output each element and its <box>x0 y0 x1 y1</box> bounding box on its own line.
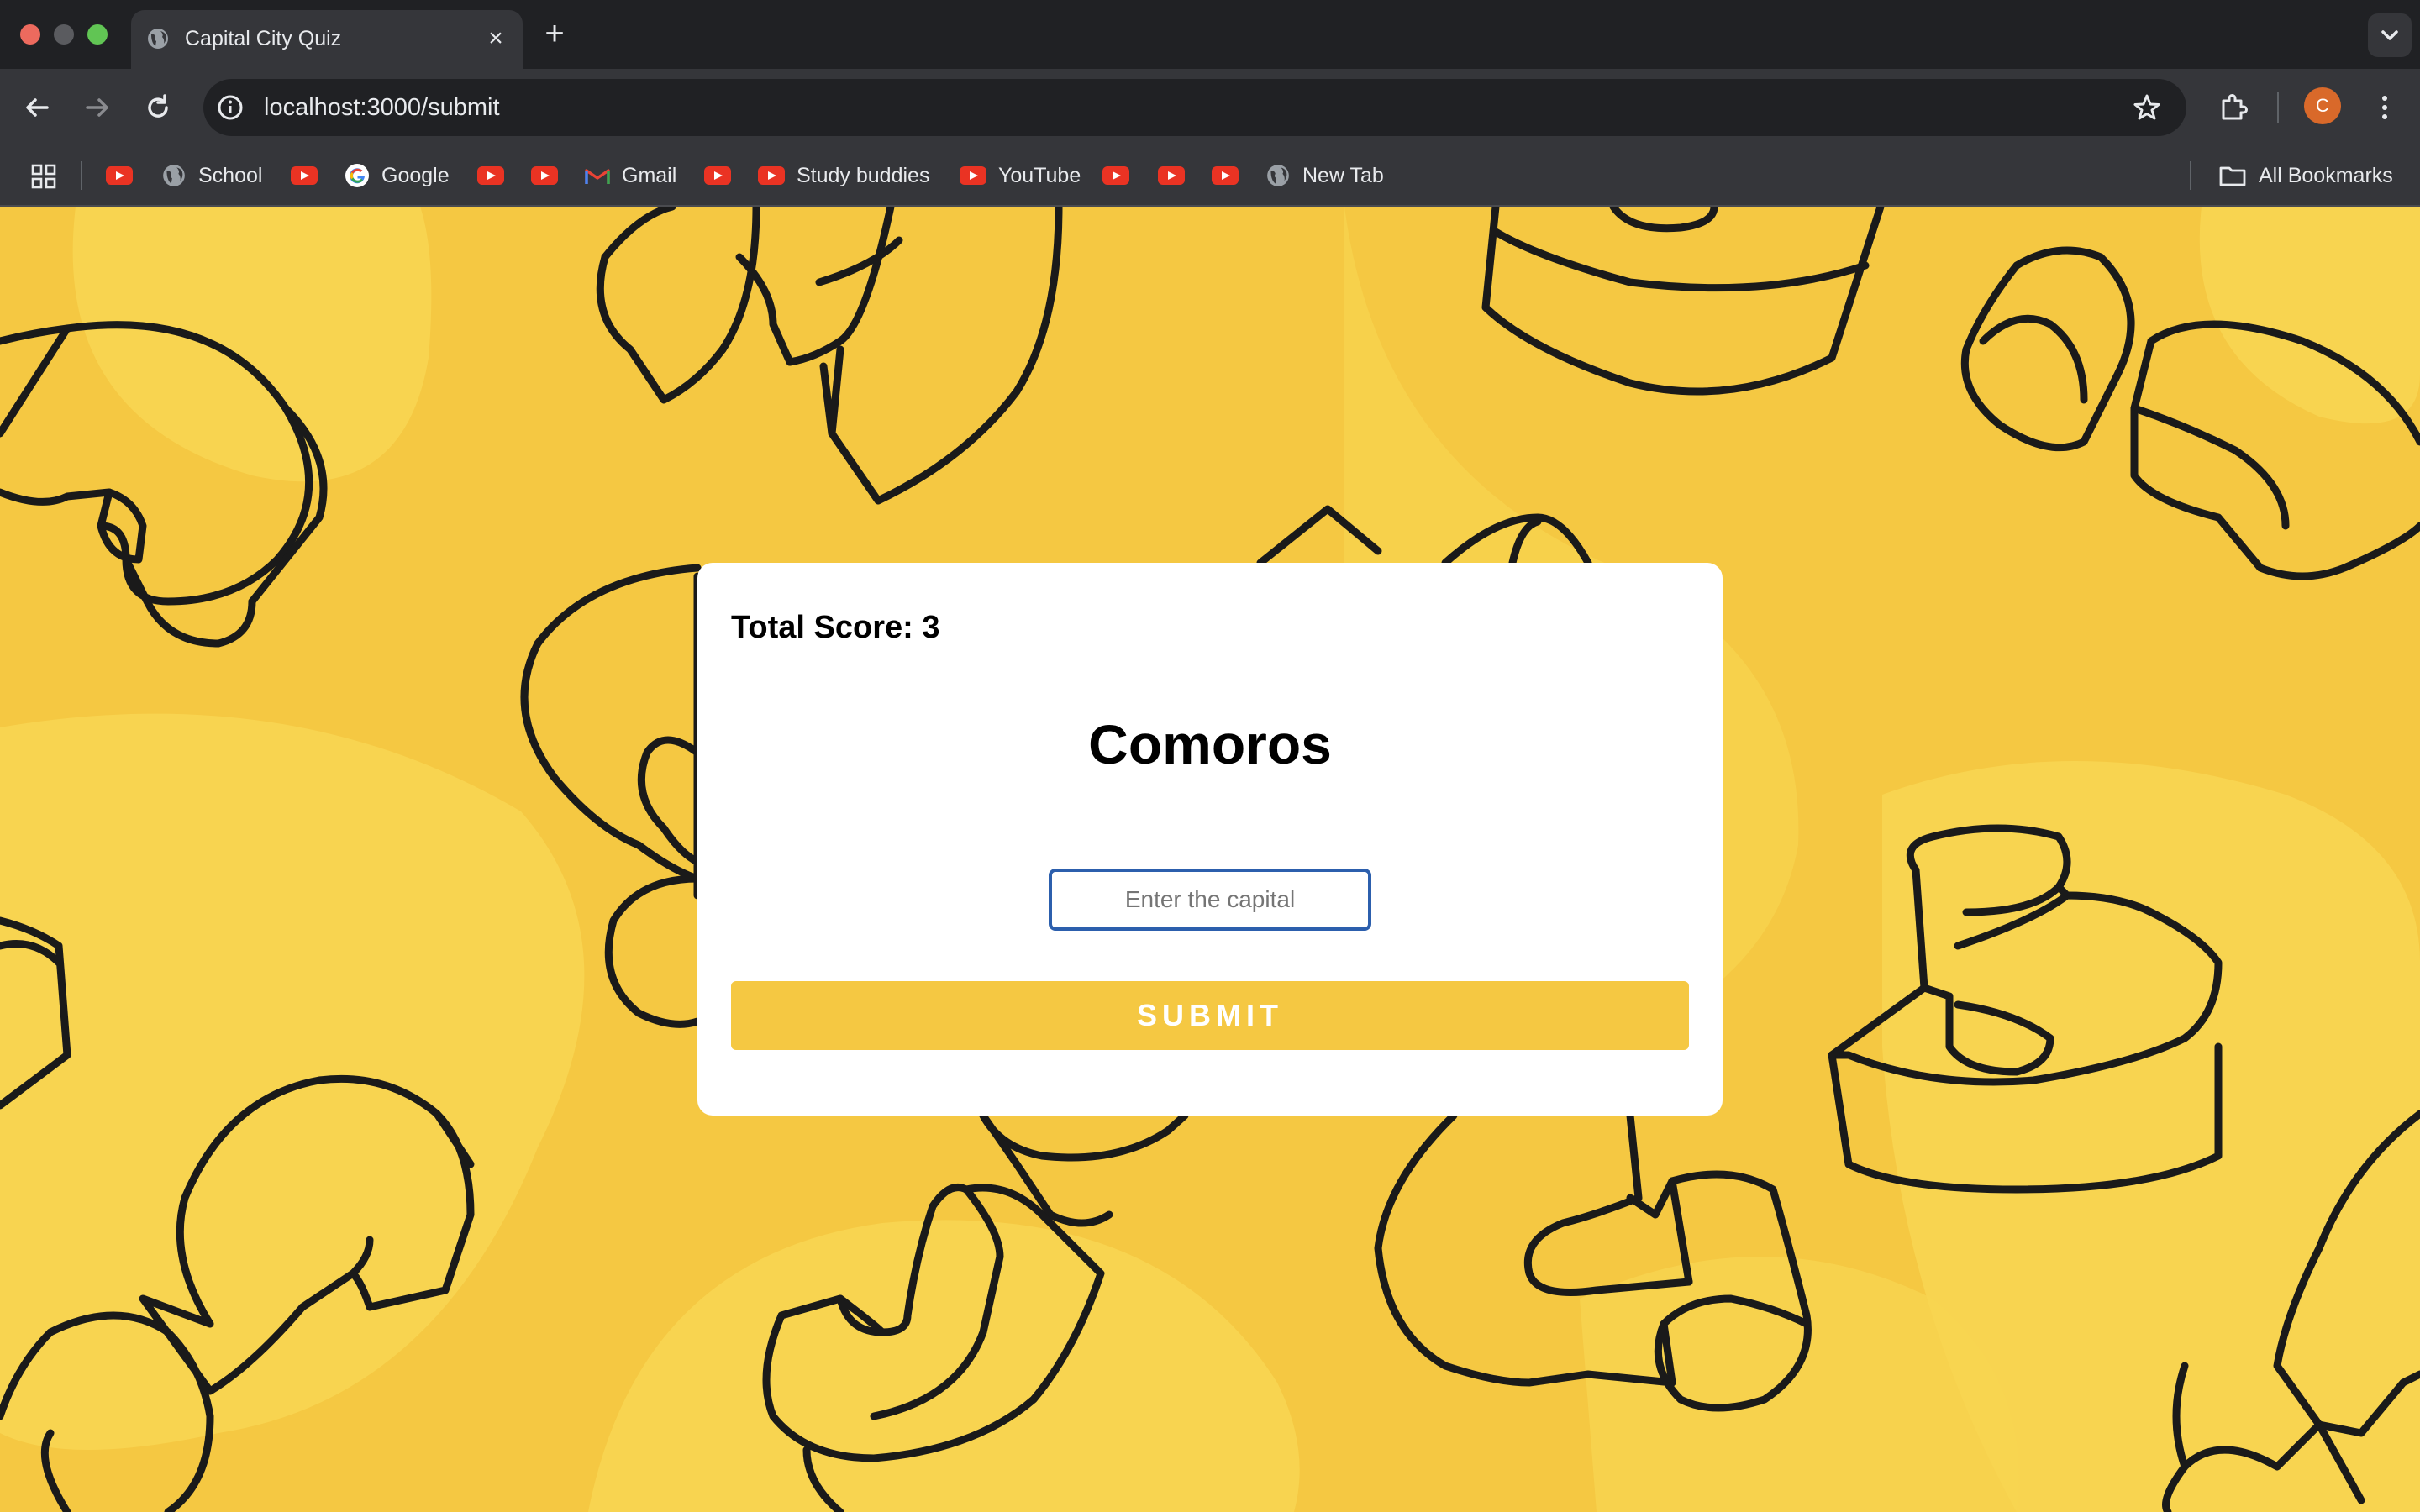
bookmark-star-icon[interactable] <box>2133 93 2161 122</box>
bookmark-youtube[interactable] <box>106 156 133 195</box>
bookmark-youtube[interactable] <box>477 156 504 195</box>
youtube-icon <box>106 166 133 185</box>
quiz-page: Total Score: 3 Comoros SUBMIT <box>0 207 2420 1512</box>
capital-input[interactable] <box>1049 869 1371 931</box>
folder-icon <box>2219 166 2246 186</box>
globe-icon <box>163 165 185 186</box>
chevron-down-icon <box>2381 30 2398 40</box>
bookmark-youtube[interactable] <box>1158 156 1185 195</box>
bookmark-new-tab[interactable]: New Tab <box>1265 156 1384 195</box>
bookmark-youtube[interactable] <box>704 156 731 195</box>
apps-grid-icon[interactable] <box>30 163 57 190</box>
maximize-window-button[interactable] <box>87 24 108 45</box>
submit-button[interactable]: SUBMIT <box>731 981 1689 1050</box>
bookmark-gmail[interactable]: Gmail <box>585 156 676 195</box>
tab-search-button[interactable] <box>2368 13 2412 57</box>
minimize-window-button[interactable] <box>54 24 74 45</box>
close-window-button[interactable] <box>20 24 40 45</box>
country-name: Comoros <box>1088 713 1332 775</box>
profile-avatar[interactable]: C <box>2304 87 2341 124</box>
youtube-icon <box>960 166 986 185</box>
bookmark-youtube[interactable] <box>1212 156 1239 195</box>
youtube-icon <box>1102 166 1129 185</box>
youtube-icon <box>291 166 318 185</box>
total-score: Total Score: 3 <box>731 610 940 645</box>
bookmark-label: YouTube <box>998 163 1081 187</box>
all-bookmarks-label: All Bookmarks <box>2259 163 2393 187</box>
google-icon <box>345 164 369 187</box>
all-bookmarks-button[interactable]: All Bookmarks <box>2218 156 2393 195</box>
bookmark-label: New Tab <box>1302 163 1384 187</box>
reload-icon[interactable] <box>141 91 175 124</box>
browser-tab[interactable]: Capital City Quiz × <box>131 10 523 69</box>
bookmarks-divider <box>2190 161 2191 190</box>
bookmark-study-buddies[interactable]: Study buddies <box>758 156 929 195</box>
youtube-icon <box>1158 166 1185 185</box>
bookmark-youtube[interactable] <box>1102 156 1129 195</box>
bookmarks-divider <box>81 161 82 190</box>
youtube-icon <box>704 166 731 185</box>
address-bar[interactable]: localhost:3000/submit <box>203 79 2186 136</box>
bookmark-label: Google <box>381 163 450 187</box>
quiz-card: Total Score: 3 Comoros SUBMIT <box>697 563 1723 1116</box>
bookmark-google[interactable]: Google <box>345 156 450 195</box>
tab-title: Capital City Quiz <box>185 27 342 50</box>
url-text: localhost:3000/submit <box>264 94 500 121</box>
gmail-icon <box>585 169 610 184</box>
youtube-icon <box>531 166 558 185</box>
youtube-icon <box>1212 166 1239 185</box>
back-arrow-icon[interactable] <box>20 91 54 124</box>
youtube-icon <box>758 166 785 185</box>
bookmark-youtube-named[interactable]: YouTube <box>960 156 1081 195</box>
browser-titlebar: Capital City Quiz × + <box>0 0 2420 69</box>
toolbar-divider <box>2277 92 2279 123</box>
new-tab-button[interactable]: + <box>541 17 568 50</box>
bookmark-youtube[interactable] <box>531 156 558 195</box>
extensions-icon[interactable] <box>2217 91 2250 124</box>
browser-toolbar: localhost:3000/submit C <box>0 69 2420 146</box>
youtube-icon <box>477 166 504 185</box>
bookmark-school[interactable]: School <box>161 156 262 195</box>
bookmarks-bar: School Google Gmail Study buddies YouTub… <box>0 146 2420 207</box>
site-info-icon[interactable] <box>215 92 245 123</box>
globe-icon <box>1267 165 1289 186</box>
bookmark-label: Study buddies <box>797 163 930 187</box>
bookmark-youtube[interactable] <box>291 156 318 195</box>
forward-arrow-icon[interactable] <box>81 91 114 124</box>
bookmark-label: Gmail <box>622 163 677 187</box>
tab-close-icon[interactable]: × <box>481 24 511 54</box>
menu-dots-icon[interactable] <box>2368 91 2402 124</box>
bookmark-label: School <box>198 163 263 187</box>
globe-icon <box>148 29 168 49</box>
